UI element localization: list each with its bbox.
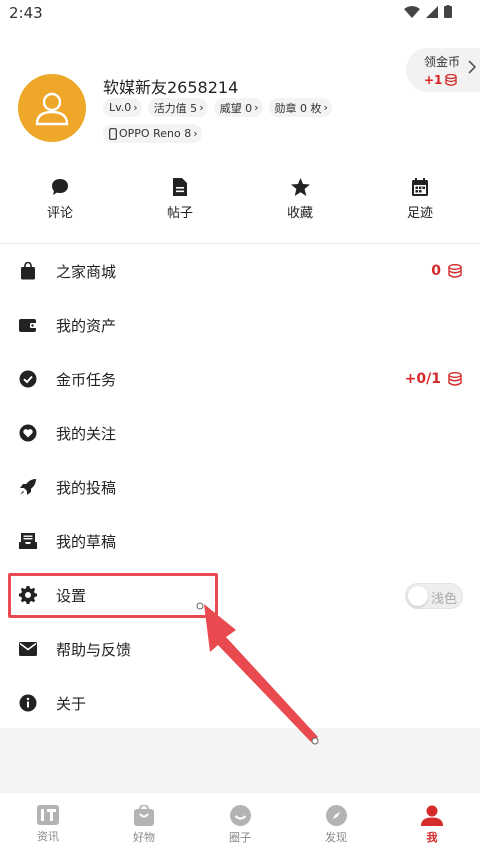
profile-badges: Lv.0 › 活力值 5 › 威望 0 › 勋章 0 枚 › [103,98,332,117]
menu-item-about[interactable]: 关于 [0,676,480,730]
menu-item-label: 我的草稿 [56,532,117,551]
shopping-bag-icon [19,262,37,280]
chevron-right-icon: › [199,101,204,114]
chevron-right-icon: › [254,101,259,114]
medal-badge[interactable]: 勋章 0 枚 › [268,98,332,117]
it-news-icon [37,805,59,825]
menu-item-following[interactable]: 我的关注 [0,406,480,460]
coin-task-progress: +0/1 [404,371,441,387]
menu-item-mall[interactable]: 之家商城 0 [0,244,480,298]
status-bar: 2:43 [0,0,480,28]
calendar-icon [412,178,428,196]
username[interactable]: 软媒新友2658214 [103,74,238,98]
nav-tab-news[interactable]: 资讯 [0,793,96,853]
quick-action-label: 收藏 [286,206,313,221]
status-time: 2:43 [9,4,43,22]
chevron-right-icon: › [193,127,198,140]
coin-stack-icon [448,264,462,278]
info-icon [19,694,37,712]
nav-tab-label: 圈子 [229,831,251,844]
status-icons [404,5,452,18]
quick-action-history[interactable]: 足迹 [360,178,480,230]
star-icon [290,178,310,196]
claim-coins-amount: +1 [424,73,443,87]
nav-tab-circle[interactable]: 圈子 [192,793,288,853]
theme-toggle-label: 浅色 [431,592,458,607]
battery-icon [444,5,452,18]
device-badge-label: OPPO Reno 8 [119,127,192,140]
smile-circle-icon [229,805,251,826]
quick-action-favorites[interactable]: 收藏 [240,178,360,230]
check-circle-icon [19,370,37,388]
activity-badge-label: 活力值 5 [153,101,198,115]
wifi-icon [404,5,420,18]
compass-icon [325,805,347,826]
menu-item-coin-tasks[interactable]: 金币任务 +0/1 [0,352,480,406]
menu-item-help[interactable]: 帮助与反馈 [0,622,480,676]
theme-toggle[interactable]: 浅色 [405,583,463,609]
user-outline-icon [35,92,69,126]
prestige-badge[interactable]: 威望 0 › [213,98,263,117]
device-badge[interactable]: OPPO Reno 8 › [103,124,202,143]
inbox-icon [19,532,37,550]
medal-badge-label: 勋章 0 枚 [274,101,322,115]
quick-action-label: 帖子 [166,206,193,221]
chevron-right-icon: › [323,101,328,114]
level-badge-label: Lv.0 [109,101,132,114]
level-badge[interactable]: Lv.0 › [103,98,142,117]
settings-highlight-box [8,573,218,618]
menu-item-label: 我的关注 [56,424,117,443]
menu-item-label: 之家商城 [56,262,117,281]
quick-actions: 评论 帖子 收藏 足迹 [0,178,480,230]
mail-icon [19,640,37,658]
menu-item-assets[interactable]: 我的资产 [0,298,480,352]
claim-coins-button[interactable]: 领金币 +1 [406,48,480,92]
menu-item-drafts[interactable]: 我的草稿 [0,514,480,568]
rocket-icon [19,478,37,496]
quick-action-label: 评论 [46,206,73,221]
nav-tab-label: 好物 [133,831,155,844]
avatar[interactable] [18,74,86,142]
chevron-right-icon: › [133,101,138,114]
wallet-icon [19,316,37,334]
quick-action-label: 足迹 [406,206,433,221]
prestige-badge-label: 威望 0 [219,101,253,115]
activity-badge[interactable]: 活力值 5 › [147,98,208,117]
menu-item-label: 我的资产 [56,316,117,335]
bottom-spacer [0,728,480,792]
nav-tab-label: 资讯 [37,830,59,843]
document-icon [173,178,187,196]
menu-item-label: 我的投稿 [56,478,117,497]
signal-icon [426,5,438,18]
nav-tab-discover[interactable]: 发现 [288,793,384,853]
bottom-navigation: 资讯 好物 圈子 发现 我 [0,792,480,853]
mall-coin-value: 0 [431,263,441,279]
menu-item-label: 金币任务 [56,370,117,389]
menu-item-label: 关于 [56,694,87,713]
nav-tab-label: 我 [426,831,438,844]
coin-stack-icon [448,372,462,386]
nav-tab-me[interactable]: 我 [384,793,480,853]
nav-tab-label: 发现 [325,831,347,844]
chevron-right-icon [468,60,476,74]
nav-tab-goods[interactable]: 好物 [96,793,192,853]
toggle-knob [408,586,428,606]
menu-list: 之家商城 0 我的资产 金币任务 +0/1 我的关注 我的投稿 我的草稿 设置 … [0,244,480,730]
quick-action-comments[interactable]: 评论 [0,178,120,230]
person-icon [421,805,443,826]
quick-action-posts[interactable]: 帖子 [120,178,240,230]
heart-icon [19,424,37,442]
coin-stack-icon [445,74,458,86]
phone-icon [109,127,117,140]
shopping-bag-icon [134,805,154,826]
app-root: 2:43 领金币 +1 软媒新友2658214 Lv.0 › 活力值 5 › 威望 … [0,0,480,853]
menu-item-label: 帮助与反馈 [56,640,132,659]
comment-icon [52,179,68,195]
menu-item-submissions[interactable]: 我的投稿 [0,460,480,514]
